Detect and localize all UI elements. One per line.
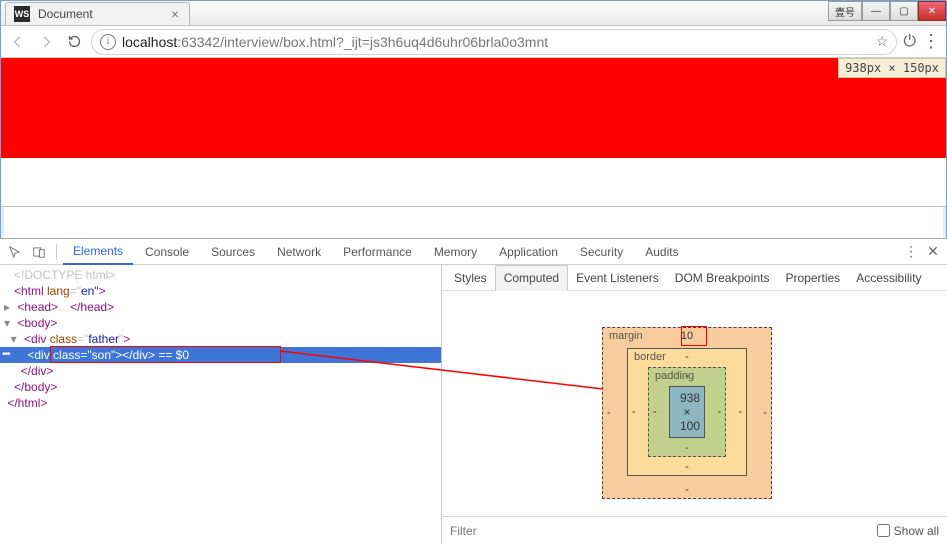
padding-top-value[interactable]: - <box>685 370 689 382</box>
margin-left-value[interactable]: - <box>607 407 611 419</box>
tab-performance[interactable]: Performance <box>333 239 422 265</box>
device-toolbar-icon[interactable] <box>28 241 50 263</box>
url-text: localhost:63342/interview/box.html?_ijt=… <box>122 34 548 50</box>
devtools-tabbar: Elements Console Sources Network Perform… <box>0 239 947 265</box>
styles-sidebar: Styles Computed Event Listeners DOM Brea… <box>442 265 947 544</box>
reload-button[interactable] <box>63 31 85 53</box>
tab-sources[interactable]: Sources <box>201 239 265 265</box>
tab-memory[interactable]: Memory <box>424 239 487 265</box>
forward-button[interactable] <box>35 31 57 53</box>
browser-toolbar: i localhost:63342/interview/box.html?_ij… <box>1 26 946 58</box>
border-bottom-value[interactable]: - <box>685 461 689 473</box>
show-all-label: Show all <box>894 524 939 538</box>
border-left-value[interactable]: - <box>632 406 636 418</box>
window-maximize-button[interactable]: ▢ <box>890 1 918 21</box>
tab-close-icon[interactable]: × <box>169 6 181 22</box>
tab-application[interactable]: Application <box>489 239 568 265</box>
devtools-menu-icon[interactable]: ⋮ <box>901 243 921 260</box>
show-all-checkbox[interactable] <box>877 524 890 537</box>
border-label: border <box>634 351 666 363</box>
tab-favicon: WS <box>14 6 30 22</box>
tab-console[interactable]: Console <box>135 239 199 265</box>
tab-audits[interactable]: Audits <box>635 239 688 265</box>
page-red-block <box>1 58 946 158</box>
annotation-red-circle <box>681 326 707 346</box>
sidebar-tabbar: Styles Computed Event Listeners DOM Brea… <box>442 265 947 291</box>
sidebar-tab-dom-breakpoints[interactable]: DOM Breakpoints <box>667 265 778 291</box>
address-bar[interactable]: i localhost:63342/interview/box.html?_ij… <box>91 29 897 55</box>
window-titlebar: WS Document × 壹号 — ▢ ✕ <box>1 1 946 26</box>
sidebar-tab-properties[interactable]: Properties <box>777 265 848 291</box>
sidebar-tab-event-listeners[interactable]: Event Listeners <box>568 265 667 291</box>
computed-filter-row: Show all <box>442 516 947 544</box>
border-top-value[interactable]: - <box>685 351 689 363</box>
tab-network[interactable]: Network <box>267 239 331 265</box>
margin-right-value[interactable]: - <box>763 407 767 419</box>
tab-security[interactable]: Security <box>570 239 633 265</box>
sidebar-tab-accessibility[interactable]: Accessibility <box>848 265 929 291</box>
selected-dom-node[interactable]: ••• <div class="son"></div> == $0 <box>0 347 441 363</box>
devtools-close-icon[interactable]: ✕ <box>923 243 943 260</box>
tab-elements[interactable]: Elements <box>63 239 133 265</box>
inspect-element-icon[interactable] <box>4 241 26 263</box>
margin-bottom-value[interactable]: - <box>685 484 689 496</box>
bookmark-star-icon[interactable]: ☆ <box>876 33 889 50</box>
page-viewport: 938px × 150px <box>1 58 946 207</box>
border-right-value[interactable]: - <box>738 406 742 418</box>
back-button[interactable] <box>7 31 29 53</box>
devtools-panel: Elements Console Sources Network Perform… <box>0 238 947 544</box>
padding-left-value[interactable]: - <box>653 406 657 418</box>
window-label: 壹号 <box>828 1 862 21</box>
show-all-toggle[interactable]: Show all <box>877 524 939 538</box>
window-minimize-button[interactable]: — <box>862 1 890 21</box>
padding-right-value[interactable]: - <box>717 406 721 418</box>
padding-bottom-value[interactable]: - <box>685 442 689 454</box>
window-close-button[interactable]: ✕ <box>918 1 946 21</box>
margin-label: margin <box>609 330 643 342</box>
breakpoint-gutter-icon: ••• <box>2 347 10 363</box>
site-info-icon[interactable]: i <box>100 34 116 50</box>
dimension-badge: 938px × 150px <box>838 58 946 78</box>
filter-input[interactable] <box>450 524 877 538</box>
chrome-menu-icon[interactable]: ⋮ <box>922 31 940 52</box>
browser-tab[interactable]: WS Document × <box>5 2 190 25</box>
elements-tree[interactable]: <!DOCTYPE html> <html lang="en"> ▸ <head… <box>0 265 442 544</box>
content-size-value[interactable]: 938 × 100 <box>669 386 705 438</box>
power-icon[interactable]: ⏻ <box>903 33 916 51</box>
sidebar-tab-computed[interactable]: Computed <box>495 265 568 291</box>
sidebar-tab-styles[interactable]: Styles <box>446 265 495 291</box>
box-model-diagram[interactable]: margin 10 - - - border - - - - <box>602 327 772 499</box>
tab-title: Document <box>38 7 169 21</box>
